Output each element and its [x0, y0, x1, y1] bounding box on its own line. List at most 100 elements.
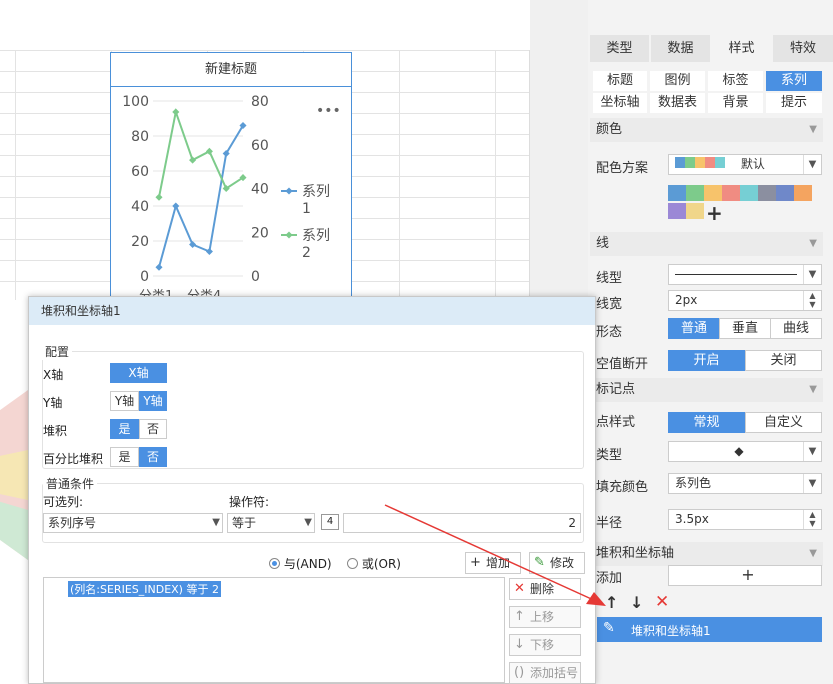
- edit-pencil-icon[interactable]: ✎: [603, 620, 615, 636]
- chart-plot: 100806040200 806040200 系列1系列2 ••• 分类1 分类…: [122, 94, 341, 301]
- operator-select[interactable]: 等于 ▼: [227, 513, 315, 533]
- arrow-down-icon: ↓: [514, 637, 525, 652]
- chevron-down-icon: ▼: [212, 517, 220, 528]
- left-axis-tick: 40: [131, 199, 149, 215]
- chevron-down-icon: ▼: [803, 442, 821, 461]
- subtab-axis[interactable]: 坐标轴: [593, 93, 647, 113]
- diamond-icon: ◆: [734, 444, 744, 458]
- pct-stack-no-button[interactable]: 否: [139, 447, 167, 467]
- subtab-background[interactable]: 背景: [708, 93, 763, 113]
- subtab-tooltip[interactable]: 提示: [766, 93, 822, 113]
- chevron-down-icon: ▼: [803, 265, 821, 284]
- delete-icon[interactable]: ✕: [655, 592, 669, 612]
- x-axis-label: X轴: [43, 368, 64, 382]
- x-axis-button[interactable]: X轴: [110, 363, 167, 383]
- color-swatch[interactable]: [686, 185, 704, 201]
- marker-custom-button[interactable]: 自定义: [745, 412, 822, 433]
- null-break-label: 空值断开: [596, 357, 649, 372]
- null-break-on-button[interactable]: 开启: [668, 350, 745, 371]
- y-axis2-button[interactable]: Y轴2: [139, 391, 167, 426]
- config-legend: 配置: [42, 343, 73, 360]
- radio-empty-icon: [347, 558, 358, 569]
- marker-type-select[interactable]: ◆ ▼: [668, 441, 822, 462]
- chart-title[interactable]: 新建标题: [111, 53, 351, 87]
- line-section-header[interactable]: 线 ▼: [590, 232, 823, 256]
- right-axis-tick: 0: [251, 269, 260, 285]
- subtab-legend[interactable]: 图例: [650, 71, 705, 91]
- tab-data[interactable]: 数据: [651, 35, 710, 62]
- legend-marker: [285, 187, 293, 195]
- y-axis-button[interactable]: Y轴: [110, 391, 139, 411]
- spinner-icon[interactable]: ▲ ▼: [803, 510, 821, 529]
- marker-section-header[interactable]: 标记点 ▼: [590, 378, 823, 402]
- subtab-series[interactable]: 系列: [766, 71, 822, 91]
- add-bracket-button[interactable]: () 添加括号: [509, 662, 581, 684]
- series-point: [205, 147, 213, 155]
- dialog-title: 堆积和坐标轴1: [29, 297, 595, 325]
- subtab-title[interactable]: 标题: [593, 71, 647, 91]
- legend-marker: [285, 231, 293, 239]
- shape-normal-button[interactable]: 普通: [668, 318, 720, 339]
- legend-label-index: 1: [302, 201, 311, 217]
- and-label: 与(AND): [283, 557, 332, 571]
- color-swatch[interactable]: [722, 185, 740, 201]
- chevron-down-icon: ▼: [803, 474, 821, 493]
- tab-style[interactable]: 样式: [712, 35, 771, 62]
- line-type-select[interactable]: ▼: [668, 264, 822, 285]
- spinner-icon[interactable]: ▲ ▼: [803, 291, 821, 310]
- add-color-icon[interactable]: +: [706, 201, 723, 225]
- collapse-icon: ▼: [809, 384, 817, 395]
- fill-color-select[interactable]: 系列色 ▼: [668, 473, 822, 494]
- color-swatch[interactable]: [668, 185, 686, 201]
- fill-color-value: 系列色: [675, 476, 712, 490]
- subtab-datatable[interactable]: 数据表: [650, 93, 705, 113]
- tab-type[interactable]: 类型: [590, 35, 649, 62]
- line-style-preview: [675, 274, 797, 275]
- right-axis-ticks: 80 60 40 20 0: [251, 94, 269, 285]
- color-swatch[interactable]: [794, 185, 812, 201]
- stack-no-button[interactable]: 否: [139, 419, 167, 439]
- more-icon[interactable]: •••: [316, 103, 341, 119]
- chart-widget[interactable]: 新建标题 100 80 60 40 20 0 80 60 40 20 0 系列 1 系列 2 ••• 分…: [110, 52, 352, 302]
- y-axis-label: Y轴: [43, 396, 63, 410]
- subtab-label[interactable]: 标签: [708, 71, 763, 91]
- arrow-down-icon[interactable]: ↓: [630, 593, 643, 612]
- tab-effects[interactable]: 特效: [773, 35, 833, 62]
- color-swatch[interactable]: [740, 185, 758, 201]
- marker-normal-button[interactable]: 常规: [668, 412, 745, 433]
- sheet-blank-top: [0, 0, 530, 50]
- color-swatch[interactable]: [776, 185, 794, 201]
- shape-vertical-button[interactable]: 垂直: [719, 318, 771, 339]
- color-swatch[interactable]: [668, 203, 686, 219]
- pct-stack-yes-button[interactable]: 是: [110, 447, 139, 467]
- stack-section-header[interactable]: 堆积和坐标轴 ▼: [590, 542, 823, 566]
- color-swatch[interactable]: [758, 185, 776, 201]
- color-scheme-select[interactable]: 默认 ▼: [668, 154, 822, 175]
- line-width-input[interactable]: 2px ▲ ▼: [668, 290, 822, 311]
- color-swatch[interactable]: [686, 203, 704, 219]
- move-down-button[interactable]: ↓ 下移: [509, 634, 581, 656]
- stack-yes-button[interactable]: 是: [110, 419, 139, 439]
- color-swatch[interactable]: [704, 185, 722, 201]
- shape-curve-button[interactable]: 曲线: [770, 318, 822, 339]
- scheme-preview: [675, 155, 725, 174]
- color-section-header[interactable]: 颜色 ▼: [590, 118, 823, 142]
- radius-value: 3.5px: [675, 512, 709, 526]
- color-scheme-label: 配色方案: [596, 161, 649, 176]
- add-bracket-label: 添加括号: [530, 666, 579, 680]
- condition-item[interactable]: (列名:SERIES_INDEX) 等于 2: [68, 581, 221, 597]
- collapse-icon: ▼: [809, 548, 817, 559]
- radio-selected-icon: [269, 558, 280, 569]
- add-stack-button[interactable]: +: [668, 565, 822, 586]
- formula-type-icon[interactable]: 4: [321, 514, 339, 530]
- null-break-off-button[interactable]: 关闭: [745, 350, 822, 371]
- stack-list-item[interactable]: ✎ 堆积和坐标轴1: [597, 617, 822, 642]
- radius-input[interactable]: 3.5px ▲ ▼: [668, 509, 822, 530]
- move-down-label: 下移: [530, 638, 555, 652]
- chevron-down-icon: ▼: [304, 517, 312, 528]
- left-axis-tick: 0: [140, 269, 149, 285]
- right-axis-tick: 80: [251, 94, 269, 110]
- column-select[interactable]: 系列序号 ▼: [43, 513, 223, 533]
- series-point: [172, 202, 180, 210]
- and-radio[interactable]: 与(AND): [269, 555, 332, 572]
